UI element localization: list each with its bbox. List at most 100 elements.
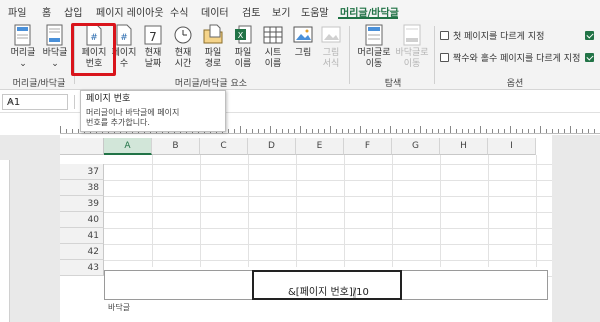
ruler-tick xyxy=(594,129,595,133)
group-label-header-footer: 머리글/바닥글 xyxy=(12,79,66,89)
row-header-39[interactable]: 39 xyxy=(60,196,104,212)
ruler-tick xyxy=(456,129,457,133)
ruler-tick xyxy=(360,126,361,133)
ruler-tick xyxy=(258,129,259,133)
scale-with-document-checkbox[interactable] xyxy=(585,31,594,40)
footer-code-tail: 10 xyxy=(356,287,369,298)
ruler-tick xyxy=(432,129,433,133)
goto-header-button[interactable]: 머리글로 이동 xyxy=(354,23,394,73)
ruler-tick xyxy=(60,126,61,133)
format-picture-button: 그림 서식 xyxy=(314,23,348,73)
row-header-40[interactable]: 40 xyxy=(60,212,104,228)
ruler-tick xyxy=(276,129,277,133)
ruler-tick xyxy=(450,126,451,133)
ruler-tick xyxy=(264,129,265,133)
group-label-options: 옵션 xyxy=(506,79,524,89)
grid-row-line xyxy=(104,260,552,261)
current-time-button[interactable]: 현재 시간 xyxy=(166,23,200,73)
file-name-button[interactable]: X 파일 이름 xyxy=(226,23,260,73)
ruler-tick xyxy=(240,126,241,133)
column-header-i[interactable]: I xyxy=(488,138,536,155)
ruler-tick xyxy=(336,129,337,133)
goto-footer-icon xyxy=(401,23,423,47)
sheet-name-button[interactable]: 시트 이름 xyxy=(256,23,290,73)
folder-icon xyxy=(202,23,224,47)
footer-icon xyxy=(44,23,66,47)
svg-text:#: # xyxy=(120,33,128,43)
excel-file-icon: X xyxy=(232,23,254,47)
ruler-tick xyxy=(252,129,253,133)
ruler-tick xyxy=(540,126,541,133)
ruler-tick xyxy=(330,126,331,133)
ruler-tick xyxy=(378,129,379,133)
column-header-b[interactable]: B xyxy=(152,138,200,155)
ruler-tick xyxy=(348,129,349,133)
grid-row-line xyxy=(104,164,552,165)
group-label-elements: 머리글/바닥글 요소 xyxy=(174,79,248,89)
tab-page-layout[interactable]: 페이지 레이아웃 xyxy=(96,4,164,19)
vertical-ruler xyxy=(0,160,10,322)
tab-file[interactable]: 파일 xyxy=(8,4,26,19)
column-header-h[interactable]: H xyxy=(440,138,488,155)
row-header-37[interactable]: 37 xyxy=(60,164,104,180)
ruler-tick xyxy=(588,129,589,133)
footer-button[interactable]: 바닥글 ⌄ xyxy=(38,23,72,73)
clock-icon xyxy=(172,23,194,47)
grid-column-line xyxy=(344,155,345,267)
column-header-f[interactable]: F xyxy=(344,138,392,155)
tab-data[interactable]: 데이터 xyxy=(201,4,229,19)
grid-column-line xyxy=(392,155,393,267)
select-all-corner[interactable] xyxy=(60,138,104,155)
grid-row-line xyxy=(104,212,552,213)
goto-header-icon xyxy=(363,23,385,47)
ruler-tick xyxy=(306,129,307,133)
goto-footer-button: 바닥글로 이동 xyxy=(392,23,432,73)
format-picture-icon xyxy=(320,23,342,47)
row-header-38[interactable]: 38 xyxy=(60,180,104,196)
ruler-tick xyxy=(582,129,583,133)
ruler-tick xyxy=(438,129,439,133)
ruler-tick xyxy=(228,129,229,133)
row-header-41[interactable]: 41 xyxy=(60,228,104,244)
column-header-c[interactable]: C xyxy=(200,138,248,155)
tab-help[interactable]: 도움말 xyxy=(301,4,329,19)
row-header-42[interactable]: 42 xyxy=(60,244,104,260)
footer-code-main: &[페이지 번호] xyxy=(288,287,353,298)
tab-insert[interactable]: 삽입 xyxy=(64,4,82,19)
align-with-margins-checkbox[interactable] xyxy=(585,53,594,62)
chevron-down-icon[interactable]: ⌄ xyxy=(7,95,64,105)
tooltip-description: 머리글이나 바닥글에 페이지 번호를 추가합니다. xyxy=(86,108,180,127)
ruler-tick xyxy=(300,126,301,133)
tab-formulas[interactable]: 수식 xyxy=(170,4,188,19)
ruler-tick xyxy=(474,129,475,133)
cell-grid[interactable] xyxy=(104,155,552,277)
different-first-page-checkbox[interactable] xyxy=(440,31,449,40)
ruler-tick xyxy=(78,129,79,133)
ruler-tick xyxy=(318,129,319,133)
footer-label: 바닥글 xyxy=(108,303,131,312)
ruler-tick xyxy=(372,129,373,133)
tab-home[interactable]: 홈 xyxy=(42,4,51,19)
tab-review[interactable]: 검토 xyxy=(242,4,260,19)
ruler-tick xyxy=(504,129,505,133)
footer-code[interactable]: &[페이지 번호]/10 xyxy=(288,283,369,298)
file-path-button[interactable]: 파일 경로 xyxy=(196,23,230,73)
column-header-a[interactable]: A xyxy=(104,138,152,155)
row-header-43[interactable]: 43 xyxy=(60,260,104,276)
ruler-tick xyxy=(486,129,487,133)
tab-view[interactable]: 보기 xyxy=(272,4,290,19)
column-header-d[interactable]: D xyxy=(248,138,296,155)
grid-column-line xyxy=(152,155,153,267)
grid-column-line xyxy=(248,155,249,267)
picture-icon xyxy=(292,23,314,47)
header-icon xyxy=(12,23,34,47)
column-header-e[interactable]: E xyxy=(296,138,344,155)
ruler-tick xyxy=(552,129,553,133)
ruler-tick xyxy=(282,129,283,133)
header-button[interactable]: 머리글 ⌄ xyxy=(6,23,40,73)
name-box[interactable]: A1 ⌄ xyxy=(2,94,68,110)
current-date-button[interactable]: 7 현재 날짜 xyxy=(136,23,170,73)
grid-column-line xyxy=(296,155,297,267)
different-odd-even-checkbox[interactable] xyxy=(440,53,449,62)
column-header-g[interactable]: G xyxy=(392,138,440,155)
